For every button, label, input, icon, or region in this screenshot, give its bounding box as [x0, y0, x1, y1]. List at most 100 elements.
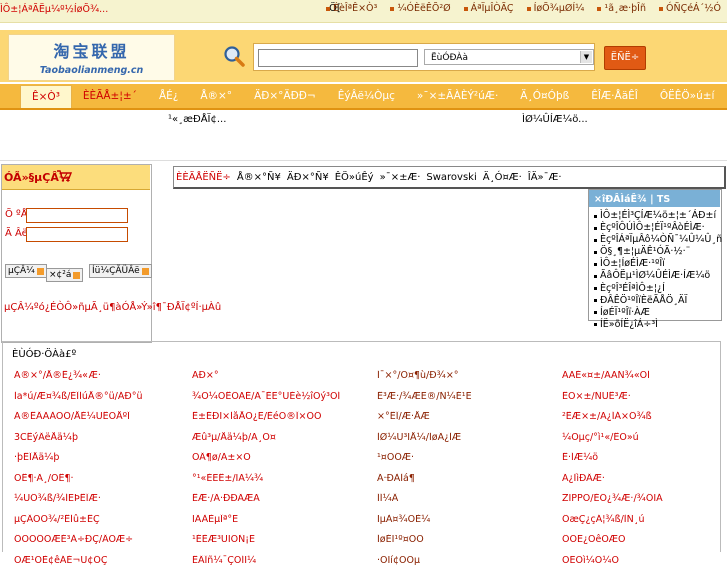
category-select[interactable]: ËùÓÐÀà ▼: [424, 49, 594, 65]
category-link[interactable]: ÃÄÉ«¤±/ÃÄÑ¾«ÖÍ: [562, 370, 722, 391]
announcement-text[interactable]: ¹«¸æÐÅÏ¢...: [168, 114, 226, 125]
category-link[interactable]: ÏÃÀÈµÎª°Ë: [192, 514, 377, 535]
nav-item[interactable]: ÊýÂë¼Òµç: [327, 85, 406, 108]
search-button[interactable]: ËÑË÷: [604, 46, 646, 70]
nav-item[interactable]: ÈÈÃÅ±¦±´: [72, 85, 148, 108]
nav-item[interactable]: Ä¸Ó¤Óþß: [509, 85, 580, 108]
username-label: Õ ºÅ: [5, 209, 28, 220]
hot-link[interactable]: »¯×±Æ·: [380, 172, 421, 183]
category-link[interactable]: ÕÒË¿ÓêÖÆÔ: [562, 534, 722, 555]
divider: [0, 160, 727, 161]
category-link[interactable]: ¹¤ÒÕÆ·: [377, 452, 562, 473]
nav-item[interactable]: ÄÐ×°ÄÐÐ¬: [243, 85, 327, 108]
promotion-text[interactable]: ÌØ¼ÛÍÆ¼ö...: [522, 114, 588, 125]
username-field[interactable]: [26, 208, 128, 223]
top-nav-item[interactable]: ÉèÎªÊ×Ò³: [326, 3, 377, 14]
category-link[interactable]: °¹«ÈËÊ±/ÏÄ¼¾: [192, 473, 377, 494]
top-nav-item[interactable]: ¹ã¸æ·þÎñ: [597, 3, 646, 14]
tip-item[interactable]: ÐÂÊÖ¹ºÎïÈëÃÅÖ¸ÄÏ: [594, 295, 722, 307]
category-link[interactable]: Ê±ÉÐÏ×ÌåÅÔ¿Ë/ÈéÔ®Î×ÕÕ: [192, 411, 377, 432]
top-nav-item[interactable]: ÁªÏµÎÒÃÇ: [464, 3, 514, 14]
top-nav-item[interactable]: ÓÑÇéÁ´½Ó: [659, 3, 721, 14]
top-nav-item[interactable]: ¼ÓÈëÊÕ²Ø: [390, 3, 450, 14]
category-link[interactable]: Ê·ÍÆ¼ö: [562, 452, 722, 473]
site-logo[interactable]: 淘宝联盟 Taobaolianmeng.cn: [8, 34, 175, 81]
hot-link[interactable]: Swarovski: [426, 172, 476, 183]
tip-item[interactable]: Ö§¸¶±¦µÄÊ¹ÓÃ·½·¨: [594, 246, 722, 258]
category-link[interactable]: ZIPPO/ÈÕ¿¾Æ·/¾ÕÏÁ: [562, 493, 722, 514]
nav-item[interactable]: ÊÎÆ·ÅäÊÎ: [580, 85, 649, 108]
login-button-label: µÇÂ¼: [8, 265, 35, 277]
tip-item[interactable]: ÌÔ±¦ÍøÉÌÆ·¹ºÎï: [594, 258, 722, 270]
tip-item[interactable]: ÌÔ±¦ÉÌ³ÇÍÆ¼ö±¦±´ÁÐ±í: [594, 210, 722, 222]
category-link[interactable]: ÌØ¼Û³ÏÅ¼/ÍøÃ¿ÌÆ: [377, 432, 562, 453]
hot-link[interactable]: Ä¸Ó¤Æ·: [483, 172, 522, 183]
tips-title: ×îÐÂÌáÊ¾ | TS: [594, 194, 670, 205]
arrow-icon: [73, 272, 80, 279]
register-button-label: ×¢²á: [49, 269, 71, 281]
category-link[interactable]: Ã·ÐÀÌá¶: [377, 473, 562, 494]
tip-item[interactable]: ÈçºÎÔÚÌÔ±¦ÉÏ¹ºÂòÉÌÆ·: [594, 222, 722, 234]
category-link[interactable]: Ã®×°/Å®Ê¿¾«Æ·: [14, 370, 192, 391]
category-link[interactable]: Í¯×°/Ó¤¶ù/Ð¾×°: [377, 370, 562, 391]
category-link[interactable]: ·ÖÏí¢ÖÔµ: [377, 555, 562, 575]
password-label: Ã Âë: [5, 228, 28, 239]
category-link[interactable]: ¼ÙÕ¾ß/¾ÍËÞÊÎÆ·: [14, 493, 192, 514]
logo-text-cn: 淘宝联盟: [9, 38, 174, 62]
hot-link[interactable]: ÊÖ»úÊý: [335, 172, 374, 183]
nav-item-home[interactable]: Ê×Ò³: [20, 85, 72, 108]
category-link[interactable]: ¾Ó¼ÒÊÕÄÉ/Ã¯ÈË°ÚÉè½îÓý³ÔÍ: [192, 391, 377, 412]
category-link[interactable]: ÕæÇ¿çÁ¦¾ß/ÌÑ¸ú: [562, 514, 722, 535]
category-link[interactable]: ÍÍ¼Â: [377, 493, 562, 514]
category-link[interactable]: ²ÊÆ×±/Ä¿ÍÁ×Õ¾ß: [562, 411, 722, 432]
category-link[interactable]: Æû³µ/Åä¼þ/Ä¸Ó¤: [192, 432, 377, 453]
category-link[interactable]: ÊÂÎñ¼¯ÇÓÍÏ¼: [192, 555, 377, 575]
category-link[interactable]: µÇÂÔÖ¾/²ÊÍû±ÊÇ: [14, 514, 192, 535]
category-link[interactable]: Ã®ÊÂÃÀÒÕ/ÅÉ¼ÜÊÒÅºÎ: [14, 411, 192, 432]
arrow-icon: [37, 268, 44, 275]
category-link[interactable]: Ã¿ÌìÐÂÆ·: [562, 473, 722, 494]
category-link[interactable]: ÒÊ¶·Ã¸/ÒÊ¶·: [14, 473, 192, 494]
top-welcome-link[interactable]: ÌÔ±¦ÁªÃËµ¼º½ÍøÕ¾...: [0, 4, 108, 15]
tip-item[interactable]: ÍøÉÏ¹ºÎï·ÀÆ­: [594, 307, 722, 319]
tip-item[interactable]: ÈçºÎÁªÏµÂô¼ÒÑ¯¼Û¼Û¸ñ: [594, 234, 722, 246]
search-input[interactable]: [258, 49, 418, 67]
category-link[interactable]: Ìa*ú/Æ¤¾ß/ÉÎÍúÅ®°ü/ÁÐ°ü: [14, 391, 192, 412]
category-link[interactable]: 3CÊýÂëÅä¼þ: [14, 432, 192, 453]
category-link[interactable]: ÕÓÒÕÔÆÉ³À÷ÐÇ/ÂÖÆ÷: [14, 534, 192, 555]
nav-item[interactable]: ÔËÊÖ»ú±í: [649, 85, 726, 108]
category-link[interactable]: ×°ÊÎ/Æ·ÅÆ: [377, 411, 562, 432]
login-panel: [1, 164, 152, 343]
category-link[interactable]: ¼Òµç/°ì¹«/ÊÖ»ú: [562, 432, 722, 453]
password-field[interactable]: [26, 227, 128, 242]
hot-link[interactable]: ÎÄ»¯Æ·: [528, 172, 562, 183]
hot-link[interactable]: Å®×°Ñ¥: [237, 172, 281, 183]
tip-item[interactable]: ÈçºÎ³ÉÎªÌÔ±¦¿Í: [594, 283, 722, 295]
category-link[interactable]: ÏµÀ¤¾ÓÈ¼: [377, 514, 562, 535]
category-grid: Ã®×°/Å®Ê¿¾«Æ·ÄÐ×°Í¯×°/Ó¤¶ù/Ð¾×°ÃÄÉ«¤±/ÃÄ…: [14, 370, 722, 575]
category-link[interactable]: ÍøÉÏ¹º¤ÖÒ: [377, 534, 562, 555]
hot-link[interactable]: ÄÐ×°Ñ¥: [287, 172, 329, 183]
category-link[interactable]: ÒÂ¶ø/Ã±×Ó: [192, 452, 377, 473]
nav-item[interactable]: »¯×±ÃÀÈÝ²úÆ·: [406, 85, 509, 108]
category-link[interactable]: ÊÖ×±/ÑÜÊ³Æ·: [562, 391, 722, 412]
category-panel-title: ÈÙÓÐ·ÖÀà£º: [12, 349, 76, 360]
category-link[interactable]: ÖÆ¹ÔÈ¢êÁÉ¬Ú¢ÕÇ: [14, 555, 192, 575]
category-link[interactable]: ¹ÉÈÆ³ÚÏÖÑ¡Ë: [192, 534, 377, 555]
forgot-password-button[interactable]: Íü¼ÇÃÜÂë: [89, 264, 152, 278]
category-link[interactable]: Ê³Æ·/¾ÆË®/Ñ¼É¹Ë: [377, 391, 562, 412]
login-button[interactable]: µÇÂ¼: [5, 264, 47, 278]
register-button[interactable]: ×¢²á: [46, 268, 83, 282]
tip-item[interactable]: ÍË»õÍË¿îÁ÷³Ì: [594, 319, 722, 331]
top-nav-item[interactable]: ÍøÕ¾µØÍ¼: [527, 3, 585, 14]
category-link[interactable]: ÄÐ×°: [192, 370, 377, 391]
nav-item[interactable]: ÅÉ¿: [148, 85, 189, 108]
category-select-value: ËùÓÐÀà: [431, 53, 468, 63]
tip-item[interactable]: ÃâÔËµ¹ÌØ¼ÛÉÌÆ·ÍÆ¼ö: [594, 270, 722, 282]
category-link[interactable]: ÊÆ·/Ã·ÐÐÃÆÄ: [192, 493, 377, 514]
nav-item[interactable]: Å®×°: [189, 85, 243, 108]
category-link[interactable]: ÔËÔì¼Ó¼Ö: [562, 555, 722, 575]
hot-link[interactable]: ÈÈÃÅËÑË÷: [176, 172, 231, 183]
category-link[interactable]: ·þÊÎÅä¼þ: [14, 452, 192, 473]
cart-icon: [56, 170, 72, 182]
